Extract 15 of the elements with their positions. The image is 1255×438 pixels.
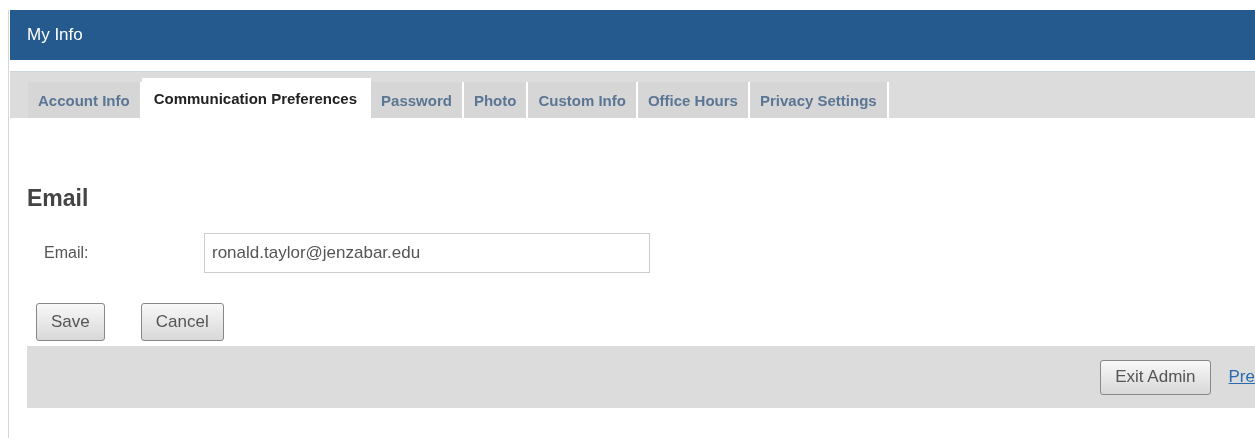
footer-link[interactable]: Pre <box>1228 367 1255 387</box>
form-button[interactable]: Cancel <box>140 303 224 341</box>
tab[interactable]: Password <box>371 82 464 118</box>
email-field[interactable]: ronald.taylor@jenzabar.edu <box>204 233 650 273</box>
form-button[interactable]: Save <box>36 303 105 341</box>
tab[interactable]: Custom Info <box>528 82 638 118</box>
tab[interactable]: Photo <box>463 82 529 118</box>
tab[interactable]: Privacy Settings <box>749 82 889 118</box>
section-heading: Email <box>27 185 90 213</box>
exit-admin-button[interactable]: Exit Admin <box>1100 359 1211 395</box>
tab[interactable]: Communication Preferences <box>141 78 372 118</box>
header-title: My Info <box>27 25 83 45</box>
tab[interactable]: Office Hours <box>637 82 750 118</box>
tab[interactable]: Account Info <box>28 82 142 118</box>
field-label: Email: <box>44 244 90 262</box>
